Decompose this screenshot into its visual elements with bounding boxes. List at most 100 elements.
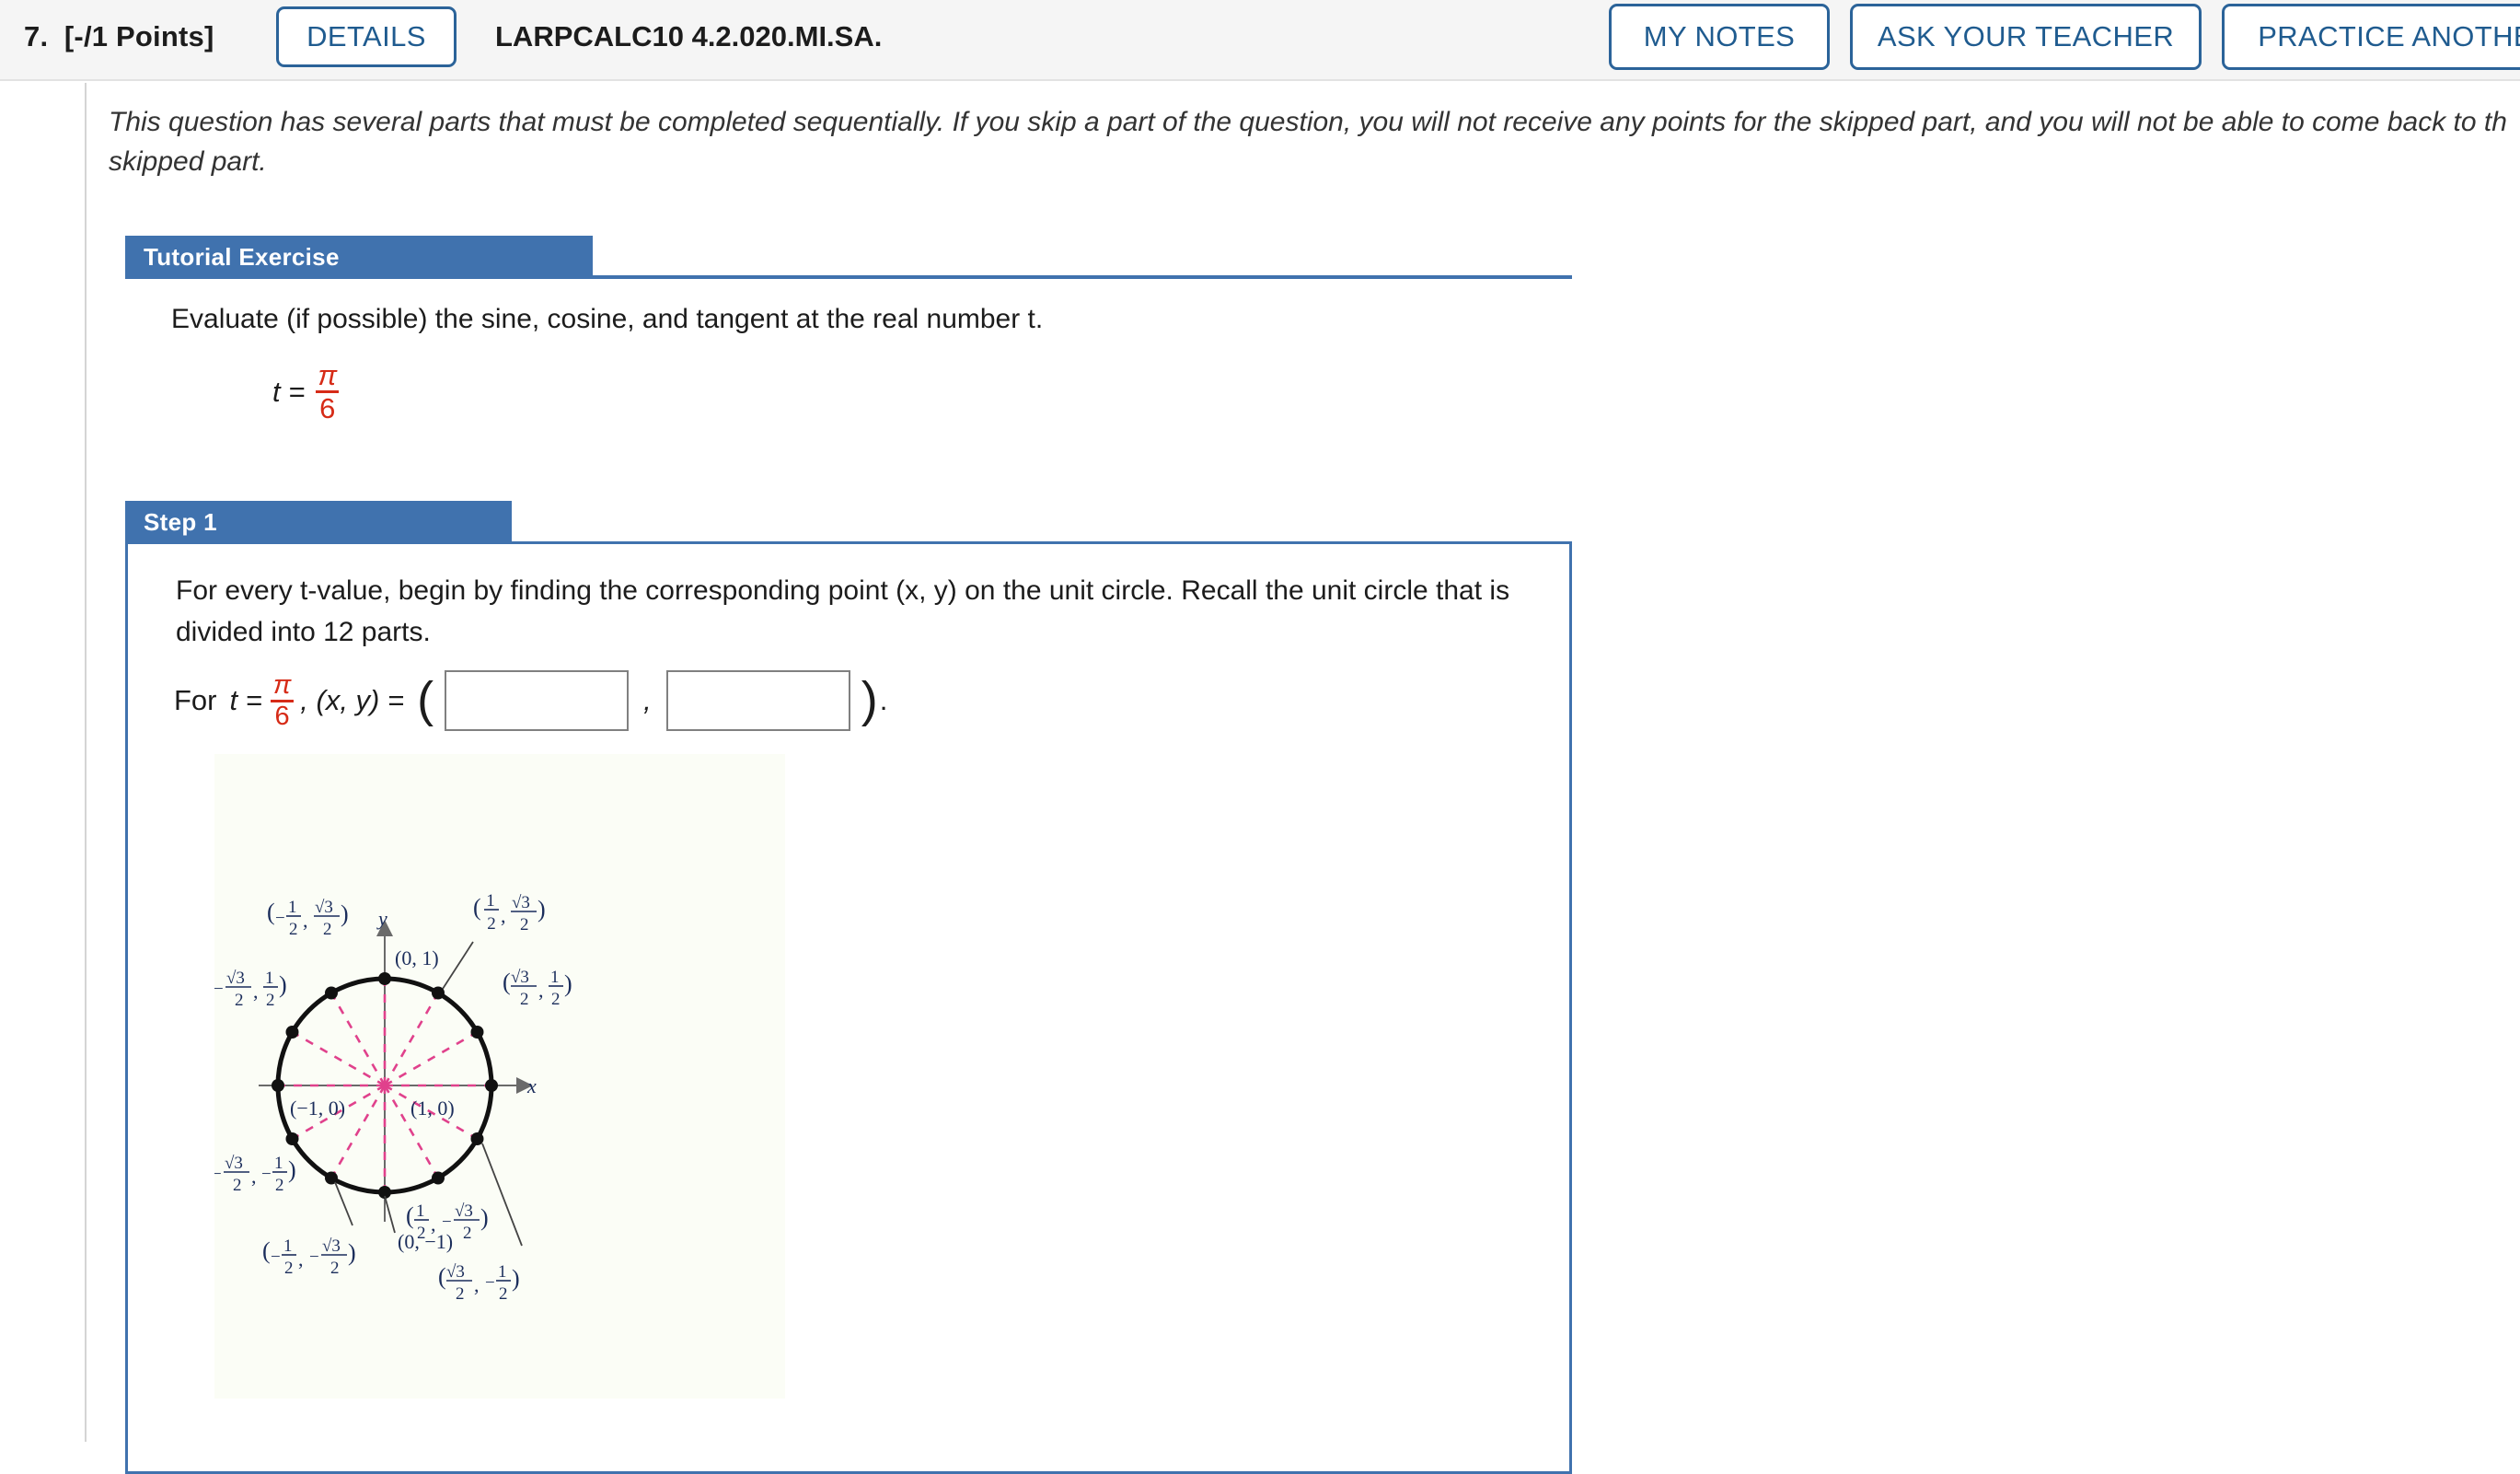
svg-text:√3: √3 <box>226 969 245 988</box>
coordinate-comma: , <box>643 684 652 716</box>
svg-text:2: 2 <box>551 990 561 1009</box>
svg-text:(: ( <box>438 1263 446 1290</box>
y-coordinate-input[interactable] <box>665 670 850 731</box>
practice-another-button[interactable]: PRACTICE ANOTHER <box>2222 4 2520 70</box>
t-fraction-numerator: π <box>272 669 292 700</box>
svg-text:2: 2 <box>330 1259 340 1278</box>
question-number-and-points: 7. [-/1 Points] <box>24 20 214 53</box>
svg-text:√3: √3 <box>455 1201 473 1221</box>
leader-270 <box>384 1195 396 1234</box>
svg-text:,: , <box>298 1248 304 1271</box>
svg-text:2: 2 <box>417 1224 426 1243</box>
question-header-bar: 7. [-/1 Points] DETAILS LARPCALC10 4.2.0… <box>0 0 2520 81</box>
trailing-period: . <box>879 684 888 716</box>
point-300 <box>432 1171 445 1185</box>
svg-text:−: − <box>275 909 285 928</box>
svg-text:1: 1 <box>288 898 297 917</box>
svg-text:−: − <box>214 1165 222 1184</box>
question-number: 7. <box>24 20 49 52</box>
svg-text:,: , <box>251 1165 257 1188</box>
close-paren: ) <box>861 672 878 728</box>
x-axis-label: x <box>526 1074 537 1097</box>
point-210 <box>285 1132 299 1145</box>
svg-text:√3: √3 <box>446 1262 465 1282</box>
svg-text:(: ( <box>262 1237 271 1264</box>
open-paren: ( <box>417 672 434 728</box>
svg-text:): ) <box>288 1156 296 1183</box>
fraction-numerator: π <box>318 359 338 391</box>
unit-circle-figure: x y (0, 1) (1, 0) (−1, 0) (0, −1) (1 2 … <box>214 754 785 1399</box>
label-210: ( − √3 2 , − 1 2 ) <box>214 1154 296 1195</box>
equation-lhs: t = <box>272 375 306 408</box>
answer-prefix: For <box>174 684 217 716</box>
label-120: ( − 1 2 , √3 2 ) <box>267 898 349 939</box>
t-equals-label: t = <box>229 684 262 716</box>
point-120 <box>325 986 338 1000</box>
label-90: (0, 1) <box>395 946 439 969</box>
svg-text:√3: √3 <box>225 1154 243 1173</box>
coordinate-pair-label: , (x, y) = <box>300 684 405 716</box>
label-150: ( − √3 2 , 1 2 ) <box>214 969 287 1010</box>
svg-text:−: − <box>261 1165 272 1184</box>
tutorial-exercise-equation: t = π 6 <box>272 361 344 423</box>
point-150 <box>285 1026 299 1039</box>
svg-text:2: 2 <box>456 1284 465 1304</box>
svg-text:√3: √3 <box>512 893 530 912</box>
fraction-denominator: 6 <box>316 390 340 423</box>
step-1-tab: Step 1 <box>125 501 512 544</box>
point-30 <box>470 1026 484 1039</box>
svg-text:2: 2 <box>266 991 275 1010</box>
svg-text:2: 2 <box>275 1176 284 1195</box>
tutorial-exercise-prompt: Evaluate (if possible) the sine, cosine,… <box>171 304 1044 334</box>
svg-text:1: 1 <box>498 1262 507 1282</box>
svg-text:√3: √3 <box>322 1236 341 1256</box>
label-30: ( √3 2 , 1 2 ) <box>503 968 572 1009</box>
y-axis-label: y <box>376 907 387 930</box>
x-coordinate-input[interactable] <box>445 670 630 731</box>
my-notes-button[interactable]: MY NOTES <box>1609 4 1830 70</box>
svg-text:2: 2 <box>499 1284 508 1304</box>
origin-dot <box>381 1082 388 1089</box>
svg-text:−: − <box>271 1248 281 1267</box>
svg-text:−: − <box>485 1273 495 1293</box>
label-0: (1, 0) <box>410 1097 455 1120</box>
notice-line-2: skipped part. <box>109 145 267 177</box>
svg-text:−: − <box>214 980 224 999</box>
svg-text:1: 1 <box>274 1154 283 1173</box>
coordinate-answer-row: For t = π 6 , (x, y) = ( , ) . <box>174 670 887 731</box>
svg-text:(: ( <box>503 969 511 995</box>
svg-text:2: 2 <box>233 1176 242 1195</box>
svg-text:): ) <box>538 896 546 923</box>
label-240: ( − 1 2 , − √3 2 ) <box>262 1236 356 1278</box>
svg-text:2: 2 <box>487 914 496 934</box>
label-60: ( 1 2 , √3 2 ) <box>473 891 546 934</box>
svg-text:−: − <box>442 1213 452 1232</box>
points-badge: [-/1 Points] <box>64 20 214 52</box>
t-value-fraction: π 6 <box>270 669 295 730</box>
sequential-parts-notice: This question has several parts that mus… <box>109 103 2520 181</box>
svg-text:): ) <box>341 900 349 927</box>
svg-text:,: , <box>538 979 544 1002</box>
svg-text:): ) <box>480 1204 489 1231</box>
label-330: ( √3 2 , − 1 2 ) <box>438 1262 520 1304</box>
svg-text:): ) <box>348 1239 356 1266</box>
svg-text:): ) <box>512 1265 520 1292</box>
pi-over-six-fraction: π 6 <box>314 361 341 423</box>
svg-text:2: 2 <box>323 920 332 939</box>
content-left-rail <box>85 83 87 1442</box>
svg-text:1: 1 <box>283 1236 293 1256</box>
svg-text:,: , <box>431 1213 436 1236</box>
svg-text:1: 1 <box>265 969 274 988</box>
svg-text:): ) <box>279 971 287 998</box>
details-button[interactable]: DETAILS <box>276 6 457 67</box>
svg-text:2: 2 <box>463 1224 472 1243</box>
point-0 <box>485 1079 498 1092</box>
svg-text:2: 2 <box>289 920 298 939</box>
leader-60 <box>442 941 474 990</box>
svg-text:2: 2 <box>284 1259 294 1278</box>
step-1-line-1: For every t-value, begin by finding the … <box>176 575 1483 606</box>
svg-text:1: 1 <box>550 968 560 987</box>
step-1-instructions: For every t-value, begin by finding the … <box>176 570 1520 653</box>
svg-text:(: ( <box>406 1202 414 1229</box>
ask-your-teacher-button[interactable]: ASK YOUR TEACHER <box>1850 4 2202 70</box>
